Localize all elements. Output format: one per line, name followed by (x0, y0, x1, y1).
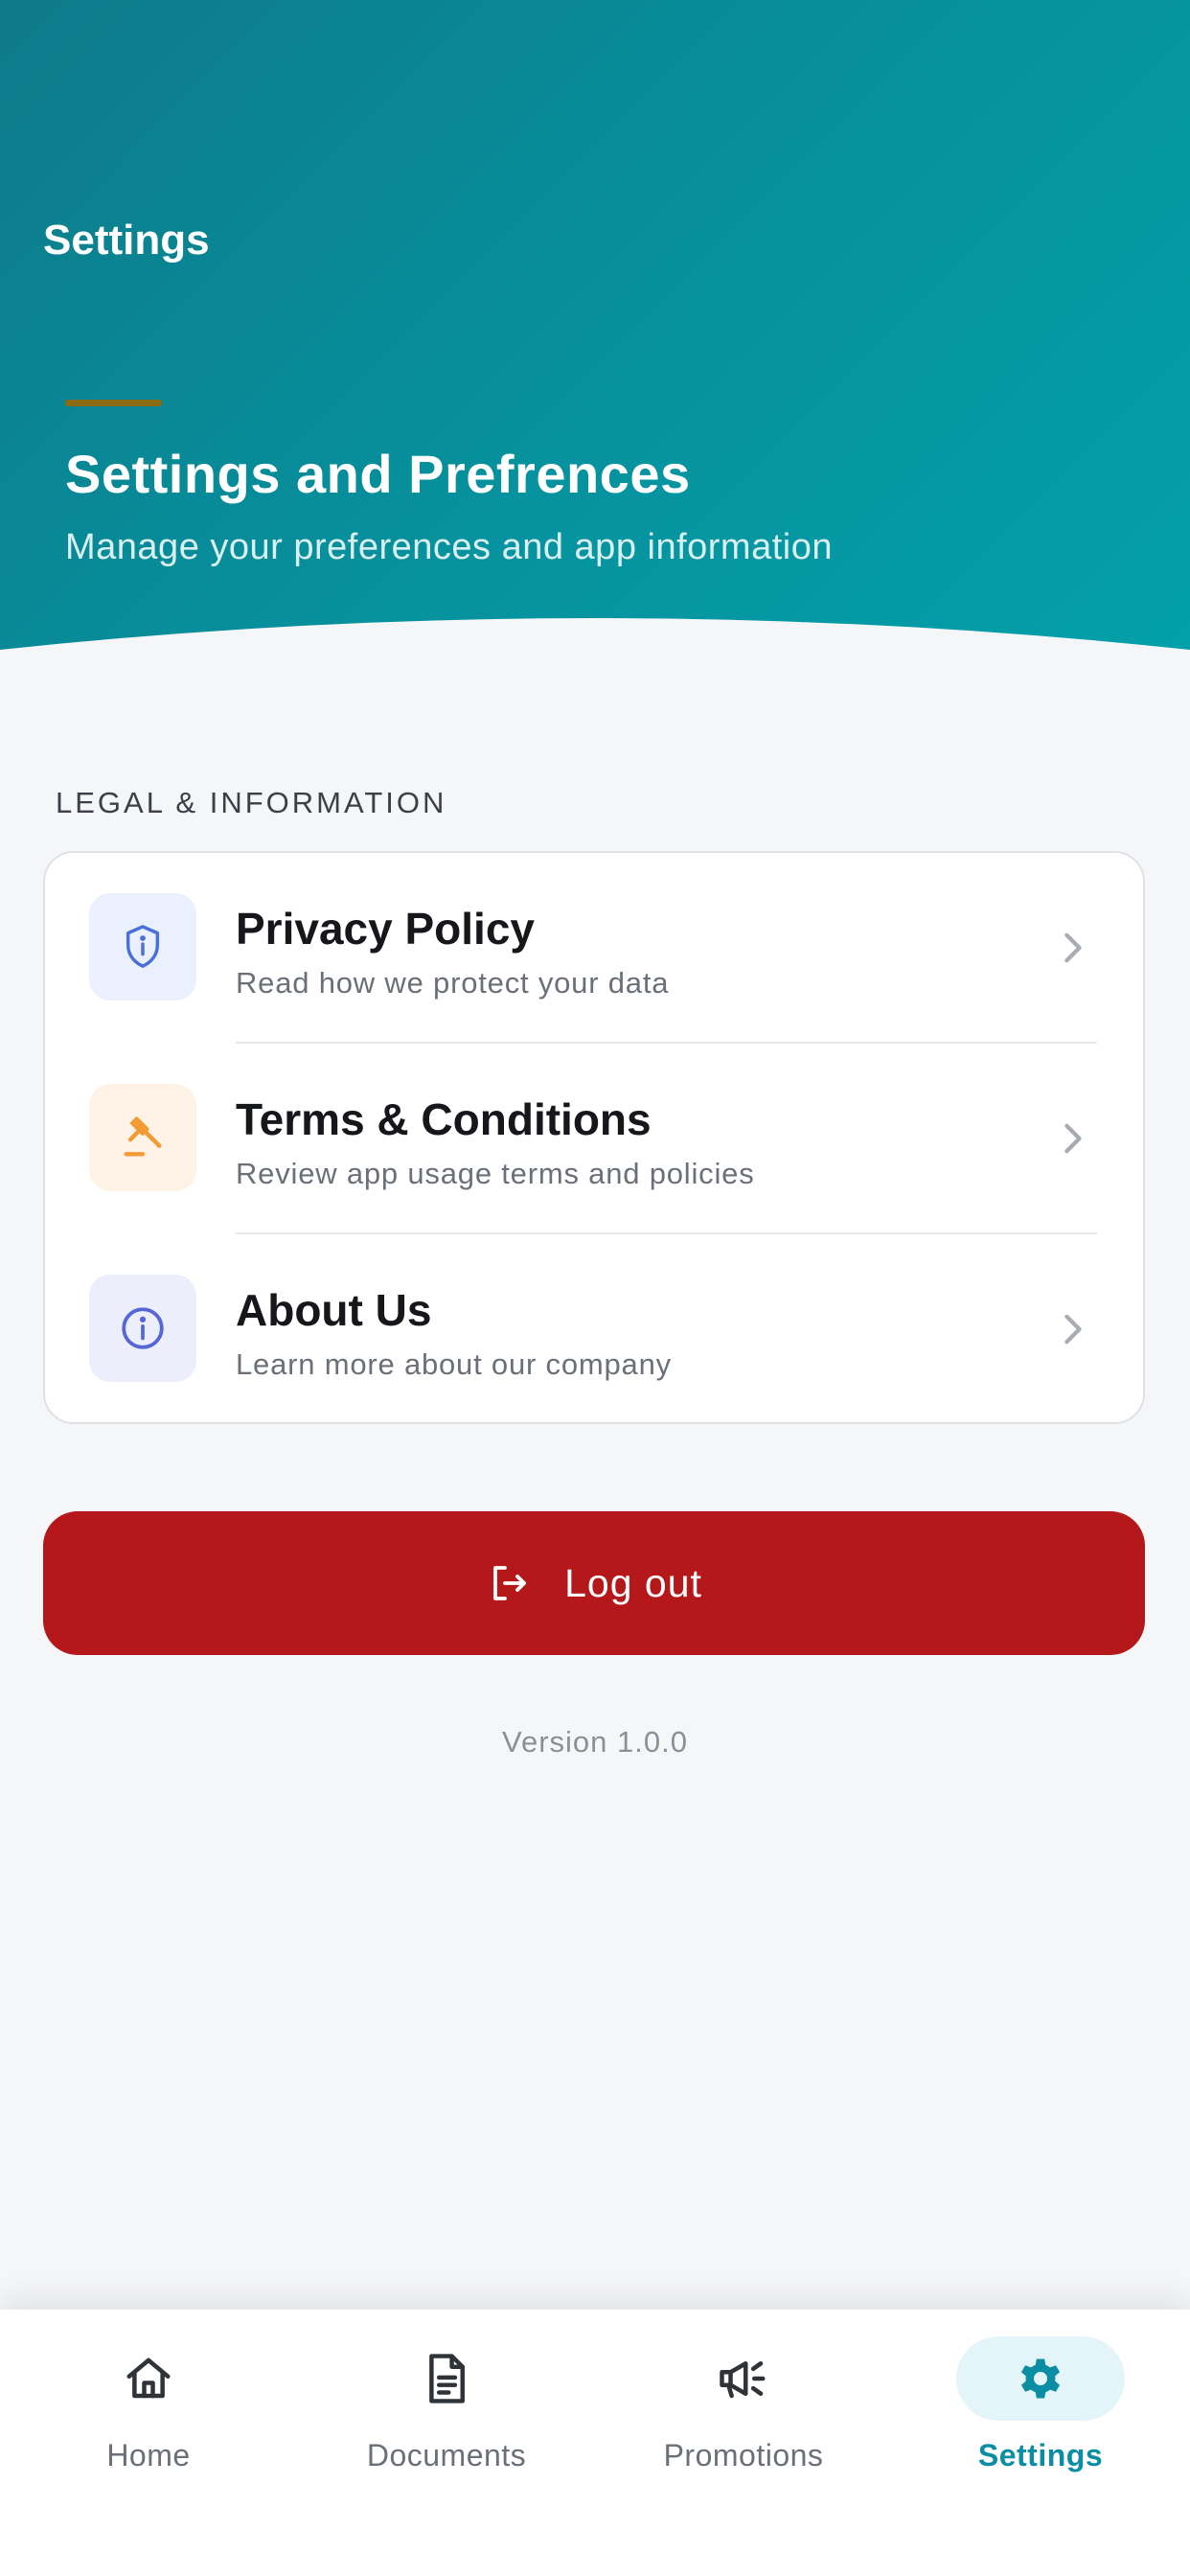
nav-home-icon-wrap (64, 2336, 233, 2421)
terms-conditions-title: Terms & Conditions (236, 1094, 652, 1144)
legal-info-card: Privacy Policy Read how we protect your … (43, 851, 1145, 1424)
about-us-description: Learn more about our company (236, 1347, 672, 1381)
section-label: LEGAL & INFORMATION (56, 786, 447, 819)
chevron-right-icon (1064, 932, 1082, 963)
hero-title: Settings and Prefrences (65, 444, 691, 504)
hero-subtitle: Manage your preferences and app informat… (65, 527, 833, 567)
nav-item-promotions[interactable]: Promotions (619, 2321, 868, 2494)
shield-icon (126, 925, 160, 968)
document-icon (429, 2354, 465, 2404)
accent-bar (65, 400, 162, 406)
about-icon-badge (89, 1275, 196, 1382)
header-banner: Settings Settings and Prefrences Manage … (0, 0, 1190, 671)
nav-item-home[interactable]: Home (24, 2321, 273, 2494)
version-text: Version 1.0.0 (502, 1725, 688, 1759)
gavel-icon (124, 1116, 162, 1157)
logout-label: Log out (564, 1560, 702, 1605)
nav-label-promotions: Promotions (663, 2438, 824, 2472)
nav-item-documents[interactable]: Documents (322, 2321, 571, 2494)
about-us-title: About Us (236, 1285, 432, 1335)
chevron-right-icon (1064, 1314, 1082, 1345)
home-icon (126, 2358, 171, 2399)
page-title: Settings (43, 217, 210, 264)
info-icon (122, 1307, 164, 1349)
privacy-policy-description: Read how we protect your data (236, 966, 670, 1000)
nav-promotions-icon-wrap (659, 2336, 828, 2421)
logout-button[interactable]: Log out (43, 1511, 1145, 1655)
header-wave (0, 618, 1190, 671)
nav-item-settings[interactable]: Settings (916, 2321, 1165, 2494)
list-item-terms-conditions[interactable]: Terms & Conditions Review app usage term… (45, 1044, 1143, 1233)
logout-icon (493, 1566, 526, 1600)
nav-settings-icon-wrap (956, 2336, 1125, 2421)
nav-label-home: Home (106, 2438, 191, 2472)
privacy-icon-badge (89, 893, 196, 1000)
terms-conditions-description: Review app usage terms and policies (236, 1157, 755, 1190)
terms-icon-badge (89, 1084, 196, 1191)
nav-label-settings: Settings (977, 2438, 1104, 2472)
list-item-about-us[interactable]: About Us Learn more about our company (45, 1234, 1143, 1424)
nav-label-documents: Documents (366, 2438, 527, 2472)
bottom-nav: Home Documents Promotions Settings (0, 2310, 1190, 2576)
megaphone-icon (720, 2361, 766, 2399)
list-item-privacy-policy[interactable]: Privacy Policy Read how we protect your … (45, 853, 1143, 1043)
privacy-policy-title: Privacy Policy (236, 904, 535, 954)
gear-icon (1020, 2358, 1061, 2399)
nav-documents-icon-wrap (362, 2336, 531, 2421)
chevron-right-icon (1064, 1123, 1082, 1154)
